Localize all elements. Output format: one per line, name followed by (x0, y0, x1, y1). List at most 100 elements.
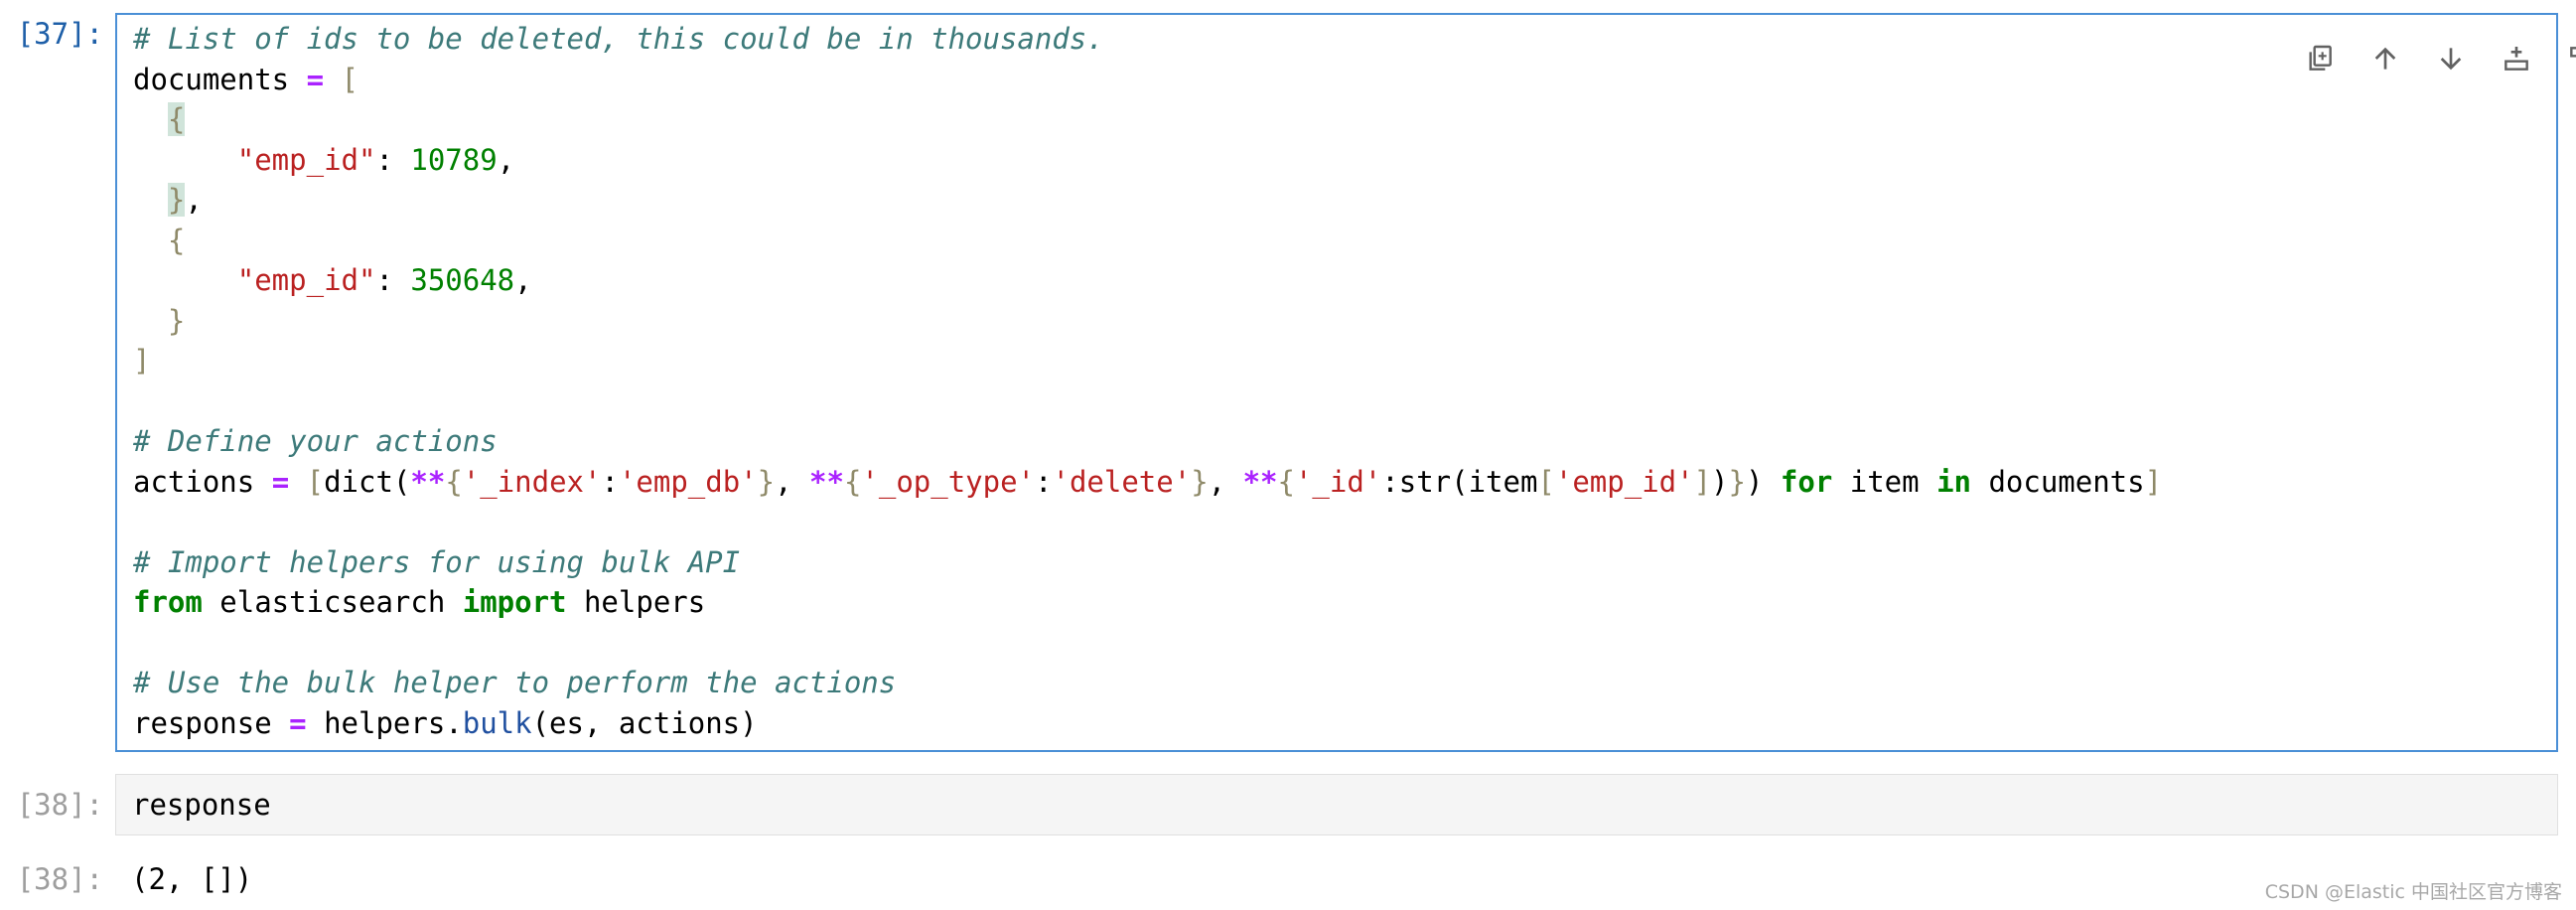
code-token-string: "emp_id" (236, 263, 376, 297)
code-token-operator: = (289, 705, 307, 740)
code-token-bracket: } (1191, 464, 1209, 499)
code-token-keyword: in (1936, 464, 1971, 499)
code-token-keyword: import (462, 585, 567, 619)
code-token-name: helpers (566, 585, 706, 619)
cell-prompt-37: [37]: (16, 17, 103, 51)
code-token-bracket: { (445, 464, 463, 499)
code-token-bracket: ] (133, 344, 151, 378)
code-line: ] (133, 341, 150, 380)
code-token-name: (es, actions) (531, 705, 758, 740)
code-line: from elasticsearch import helpers (133, 582, 705, 622)
code-token-name (133, 263, 237, 297)
code-token-string: "emp_id" (236, 142, 376, 177)
code-token-name: : (1035, 464, 1053, 499)
code-token-comment: # List of ids to be deleted, this could … (133, 22, 1104, 56)
code-token-bracket: } (757, 464, 776, 499)
code-token-name (133, 304, 168, 338)
code-token-operator: = (271, 464, 290, 499)
code-line: # Use the bulk helper to perform the act… (133, 663, 896, 702)
code-token-bracket: { (1277, 464, 1295, 499)
code-token-name: , (497, 142, 515, 177)
code-token-name: actions (133, 464, 272, 499)
insert-above-icon (2504, 47, 2528, 71)
code-line: documents = [ (133, 60, 358, 99)
code-token-string: '_index' (462, 464, 602, 499)
code-token-name: , (775, 464, 810, 499)
code-line: "emp_id": 10789, (133, 140, 514, 180)
code-token-name (133, 102, 168, 136)
code-token-name: item (1832, 464, 1937, 499)
code-token-name (324, 63, 341, 96)
code-token-string: 'emp_db' (618, 464, 758, 499)
code-token-bracket: ] (1693, 464, 1712, 499)
code-token-name: , (514, 263, 532, 297)
code-token-keyword: from (133, 585, 203, 619)
code-token-bracket: ] (2144, 464, 2163, 499)
code-token-bracket: } (1728, 464, 1746, 499)
cell-prompt-38: [38]: (16, 788, 103, 822)
code-token-bracket: [ (1537, 464, 1555, 499)
code-cell-editor[interactable]: response (115, 774, 2558, 835)
insert-below-button[interactable] (2560, 37, 2576, 80)
code-line: } (133, 301, 185, 341)
move-up-button[interactable] (2363, 37, 2407, 80)
code-token-string: '_op_type' (861, 464, 1036, 499)
code-token-comment: # Define your actions (133, 424, 498, 458)
move-down-icon (2440, 48, 2462, 71)
move-down-button[interactable] (2429, 37, 2473, 80)
code-line: response (132, 785, 271, 825)
code-token-name: elasticsearch (202, 585, 463, 619)
code-line: actions = [dict(**{'_index':'emp_db'}, *… (133, 462, 2162, 502)
code-token-comment: # Import helpers for using bulk API (133, 544, 741, 579)
cell-output-text: (2, []) (131, 862, 253, 896)
code-token-number: 350648 (410, 263, 515, 297)
code-token-keyword: for (1780, 464, 1833, 499)
code-token-bracket-hl: } (167, 183, 186, 217)
code-cell-editor[interactable]: # List of ids to be deleted, this could … (115, 13, 2576, 752)
code-line: }, (133, 180, 203, 220)
code-token-name: dict( (324, 464, 411, 499)
insert-above-button[interactable] (2495, 37, 2538, 80)
code-token-name: response (132, 788, 271, 822)
code-token-string: 'delete' (1052, 464, 1192, 499)
code-line: { (133, 221, 185, 260)
watermark-text: CSDN @Elastic 中国社区官方博客 (2264, 881, 2562, 903)
code-token-name: , (1208, 464, 1243, 499)
code-token-operator: ** (1242, 464, 1278, 499)
code-line: "emp_id": 350648, (133, 260, 532, 300)
code-token-name: documents (133, 62, 307, 96)
code-line: { (133, 99, 186, 139)
code-token-name: documents (1970, 464, 2145, 499)
code-token-string: '_id' (1294, 464, 1382, 499)
code-token-name: ) (1745, 464, 1781, 499)
code-token-name: response (133, 705, 290, 740)
output-prompt-38: [38]: (16, 862, 103, 896)
code-line: response = helpers.bulk(es, actions) (133, 703, 758, 743)
code-token-name (133, 224, 168, 257)
code-token-bracket: { (167, 223, 186, 257)
insert-below-icon (2570, 47, 2576, 58)
duplicate-cell-button[interactable] (2298, 37, 2342, 80)
code-token-operator: ** (410, 464, 446, 499)
move-up-icon (2374, 47, 2396, 70)
code-token-name: , (185, 183, 203, 217)
code-token-comment: # Use the bulk helper to perform the act… (133, 666, 897, 699)
code-line: # Define your actions (133, 421, 498, 461)
code-token-name (133, 183, 168, 217)
cell-toolbar (2298, 37, 2576, 80)
code-token-name: : (375, 142, 411, 177)
code-token-operator: = (306, 62, 325, 96)
code-token-name: helpers. (306, 705, 463, 740)
code-line: # Import helpers for using bulk API (133, 542, 740, 582)
code-token-bracket: } (167, 303, 186, 338)
code-token-bracket: [ (306, 464, 325, 499)
code-line: # List of ids to be deleted, this could … (133, 19, 1104, 59)
code-token-string: 'emp_id' (1554, 464, 1694, 499)
code-token-name: : (601, 464, 619, 499)
duplicate-cell-icon (2309, 45, 2332, 71)
code-token-name: ) (1711, 464, 1729, 499)
code-token-number: 10789 (410, 142, 498, 177)
code-token-attr: bulk (462, 705, 532, 740)
code-token-name: : (375, 263, 411, 297)
code-token-operator: ** (809, 464, 844, 499)
